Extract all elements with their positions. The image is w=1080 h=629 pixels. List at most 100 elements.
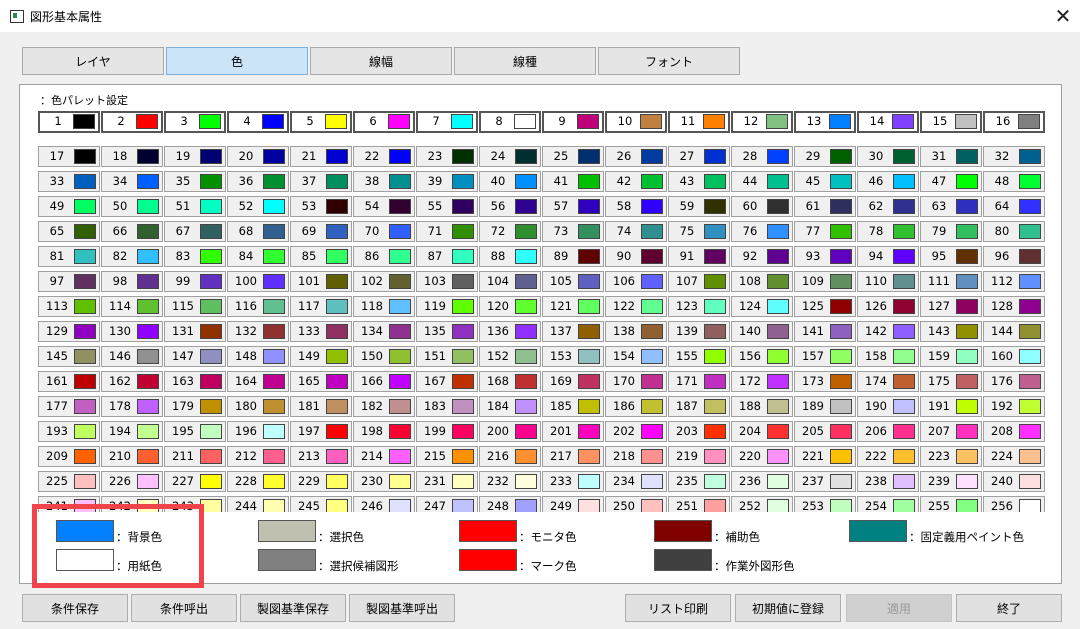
palette-swatch[interactable] bbox=[578, 274, 600, 289]
palette-cell[interactable]: 190 bbox=[857, 396, 919, 417]
palette-cell[interactable]: 189 bbox=[794, 396, 856, 417]
palette-cell[interactable]: 168 bbox=[479, 371, 541, 392]
palette-swatch[interactable] bbox=[389, 399, 411, 414]
palette-swatch[interactable] bbox=[893, 299, 915, 314]
palette-cell[interactable]: 196 bbox=[227, 421, 289, 442]
palette-cell[interactable]: 93 bbox=[794, 246, 856, 267]
palette-swatch[interactable] bbox=[452, 199, 474, 214]
palette-swatch[interactable] bbox=[137, 199, 159, 214]
palette-cell[interactable]: 58 bbox=[605, 196, 667, 217]
palette-cell[interactable]: 187 bbox=[668, 396, 730, 417]
palette-cell[interactable]: 69 bbox=[290, 221, 352, 242]
palette-swatch[interactable] bbox=[263, 199, 285, 214]
palette-cell[interactable]: 195 bbox=[164, 421, 226, 442]
palette-cell[interactable]: 225 bbox=[38, 471, 100, 492]
palette-cell[interactable]: 22 bbox=[353, 146, 415, 167]
palette-cell[interactable]: 87 bbox=[416, 246, 478, 267]
register-default-button[interactable]: 初期値に登録 bbox=[735, 594, 841, 622]
palette-cell[interactable]: 50 bbox=[101, 196, 163, 217]
palette-cell[interactable]: 207 bbox=[920, 421, 982, 442]
palette-swatch[interactable] bbox=[389, 224, 411, 239]
palette-cell[interactable]: 47 bbox=[920, 171, 982, 192]
palette-swatch[interactable] bbox=[74, 249, 96, 264]
palette-cell[interactable]: 80 bbox=[983, 221, 1045, 242]
palette-swatch[interactable] bbox=[73, 114, 95, 129]
palette-swatch[interactable] bbox=[830, 474, 852, 489]
palette-cell[interactable]: 138 bbox=[605, 321, 667, 342]
palette-cell[interactable]: 90 bbox=[605, 246, 667, 267]
palette-swatch[interactable] bbox=[704, 224, 726, 239]
palette-swatch[interactable] bbox=[389, 449, 411, 464]
palette-swatch[interactable] bbox=[893, 374, 915, 389]
palette-swatch[interactable] bbox=[74, 374, 96, 389]
palette-swatch[interactable] bbox=[704, 149, 726, 164]
palette-swatch[interactable] bbox=[641, 324, 663, 339]
palette-swatch[interactable] bbox=[263, 374, 285, 389]
palette-swatch[interactable] bbox=[577, 114, 599, 129]
palette-cell[interactable]: 18 bbox=[101, 146, 163, 167]
palette-cell[interactable]: 55 bbox=[416, 196, 478, 217]
palette-swatch[interactable] bbox=[137, 174, 159, 189]
palette-swatch[interactable] bbox=[74, 399, 96, 414]
palette-cell[interactable]: 177 bbox=[38, 396, 100, 417]
palette-swatch[interactable] bbox=[767, 399, 789, 414]
palette-cell[interactable]: 53 bbox=[290, 196, 352, 217]
palette-cell[interactable]: 142 bbox=[857, 321, 919, 342]
palette-swatch[interactable] bbox=[641, 424, 663, 439]
palette-swatch[interactable] bbox=[830, 149, 852, 164]
palette-swatch[interactable] bbox=[515, 499, 537, 512]
palette-swatch[interactable] bbox=[830, 274, 852, 289]
palette-cell[interactable]: 116 bbox=[227, 296, 289, 317]
palette-cell[interactable]: 57 bbox=[542, 196, 604, 217]
palette-swatch[interactable] bbox=[704, 174, 726, 189]
palette-swatch[interactable] bbox=[326, 199, 348, 214]
palette-cell[interactable]: 171 bbox=[668, 371, 730, 392]
palette-cell[interactable]: 132 bbox=[227, 321, 289, 342]
palette-swatch[interactable] bbox=[641, 174, 663, 189]
palette-swatch[interactable] bbox=[956, 249, 978, 264]
palette-swatch[interactable] bbox=[767, 199, 789, 214]
palette-cell[interactable]: 141 bbox=[794, 321, 856, 342]
palette-cell[interactable]: 247 bbox=[416, 496, 478, 512]
palette-swatch[interactable] bbox=[74, 449, 96, 464]
palette-swatch[interactable] bbox=[263, 249, 285, 264]
palette-swatch[interactable] bbox=[767, 499, 789, 512]
palette-swatch[interactable] bbox=[200, 424, 222, 439]
palette-swatch[interactable] bbox=[74, 274, 96, 289]
palette-swatch[interactable] bbox=[956, 349, 978, 364]
palette-swatch[interactable] bbox=[830, 174, 852, 189]
palette-cell[interactable]: 181 bbox=[290, 396, 352, 417]
palette-cell[interactable]: 86 bbox=[353, 246, 415, 267]
palette-cell[interactable]: 12 bbox=[731, 111, 793, 133]
palette-swatch[interactable] bbox=[1019, 424, 1041, 439]
palette-swatch[interactable] bbox=[515, 224, 537, 239]
palette-cell[interactable]: 113 bbox=[38, 296, 100, 317]
palette-cell[interactable]: 235 bbox=[668, 471, 730, 492]
palette-cell[interactable]: 63 bbox=[920, 196, 982, 217]
palette-swatch[interactable] bbox=[263, 149, 285, 164]
palette-cell[interactable]: 151 bbox=[416, 346, 478, 367]
palette-cell[interactable]: 95 bbox=[920, 246, 982, 267]
palette-swatch[interactable] bbox=[893, 174, 915, 189]
palette-swatch[interactable] bbox=[74, 174, 96, 189]
palette-swatch[interactable] bbox=[515, 349, 537, 364]
palette-cell[interactable]: 99 bbox=[164, 271, 226, 292]
palette-cell[interactable]: 233 bbox=[542, 471, 604, 492]
palette-swatch[interactable] bbox=[388, 114, 410, 129]
palette-swatch[interactable] bbox=[200, 299, 222, 314]
palette-swatch[interactable] bbox=[326, 299, 348, 314]
palette-swatch[interactable] bbox=[893, 424, 915, 439]
palette-cell[interactable]: 9 bbox=[542, 111, 604, 133]
palette-swatch[interactable] bbox=[893, 499, 915, 512]
palette-cell[interactable]: 206 bbox=[857, 421, 919, 442]
palette-swatch[interactable] bbox=[1019, 324, 1041, 339]
palette-cell[interactable]: 91 bbox=[668, 246, 730, 267]
palette-cell[interactable]: 178 bbox=[101, 396, 163, 417]
palette-cell[interactable]: 246 bbox=[353, 496, 415, 512]
palette-cell[interactable]: 16 bbox=[983, 111, 1045, 133]
palette-cell[interactable]: 51 bbox=[164, 196, 226, 217]
palette-swatch[interactable] bbox=[956, 474, 978, 489]
palette-cell[interactable]: 200 bbox=[479, 421, 541, 442]
palette-cell[interactable]: 255 bbox=[920, 496, 982, 512]
palette-cell[interactable]: 188 bbox=[731, 396, 793, 417]
